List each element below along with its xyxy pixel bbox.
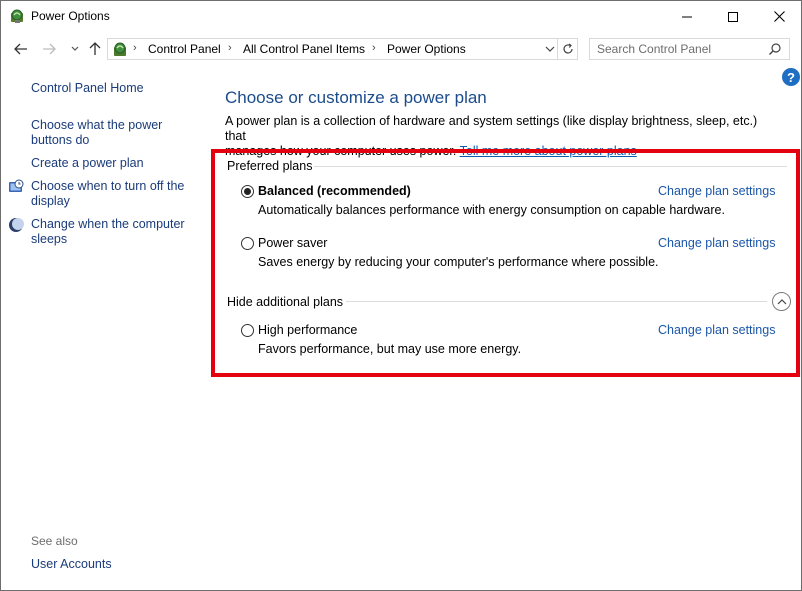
moon-icon (8, 217, 24, 233)
high-performance-radio[interactable] (241, 324, 254, 337)
search-icon[interactable] (768, 42, 784, 58)
title-bar: Power Options (1, 1, 801, 32)
control-panel-icon (111, 41, 129, 58)
preferred-plans-label: Preferred plans (227, 159, 313, 173)
breadcrumb-separator-icon[interactable]: › (133, 42, 137, 54)
navigation-bar: › Control Panel › All Control Panel Item… (1, 32, 801, 66)
hide-additional-plans-label[interactable]: Hide additional plans (227, 295, 343, 309)
plan-name-balanced[interactable]: Balanced (recommended) (258, 184, 411, 198)
breadcrumb-all-items[interactable]: All Control Panel Items (243, 42, 365, 56)
recent-locations-chevron-icon[interactable] (65, 39, 85, 59)
see-also-heading: See also (31, 534, 78, 548)
sidebar-item-label: sleeps (31, 232, 68, 246)
minimize-button[interactable] (664, 1, 710, 32)
help-icon[interactable]: ? (782, 68, 800, 86)
forward-button[interactable] (39, 39, 59, 59)
maximize-button[interactable] (710, 1, 756, 32)
display-clock-icon (8, 179, 24, 195)
sidebar-item-label: Create a power plan (31, 156, 144, 170)
search-input[interactable] (590, 39, 765, 59)
power-options-app-icon (9, 8, 26, 25)
address-bar[interactable]: › Control Panel › All Control Panel Item… (107, 38, 558, 60)
change-plan-settings-high-performance[interactable]: Change plan settings (658, 323, 775, 337)
plan-name-high-performance[interactable]: High performance (258, 323, 357, 337)
section-divider (346, 301, 767, 302)
breadcrumb-power-options[interactable]: Power Options (387, 42, 466, 56)
up-button[interactable] (85, 39, 105, 59)
breadcrumb-separator-icon[interactable]: › (372, 42, 376, 54)
sidebar-item-label: display (31, 194, 70, 208)
sidebar-item-label: buttons do (31, 133, 90, 147)
refresh-icon[interactable] (558, 38, 578, 60)
collapse-chevron-up-icon[interactable] (772, 292, 791, 311)
window-title: Power Options (31, 9, 110, 23)
user-accounts-link[interactable]: User Accounts (31, 557, 112, 571)
plan-desc-high-performance: Favors performance, but may use more ene… (258, 342, 522, 356)
power-saver-radio[interactable] (241, 237, 254, 250)
change-plan-settings-power-saver[interactable]: Change plan settings (658, 236, 775, 250)
sidebar-item-create-plan[interactable]: Create a power plan (31, 156, 144, 171)
sidebar-item-label: Choose when to turn off the (31, 179, 185, 193)
description-line: A power plan is a collection of hardware… (225, 114, 758, 143)
page-title: Choose or customize a power plan (225, 88, 487, 107)
plan-desc-power-saver: Saves energy by reducing your computer's… (258, 255, 659, 269)
close-button[interactable] (756, 1, 802, 32)
sidebar-item-power-buttons[interactable]: Choose what the power buttons do (31, 118, 162, 148)
sidebar-item-label: Change when the computer (31, 217, 185, 231)
sidebar-item-label: Choose what the power (31, 118, 163, 132)
sidebar-item-computer-sleeps[interactable]: Change when the computer sleeps (31, 217, 185, 247)
balanced-radio[interactable] (241, 185, 254, 198)
back-button[interactable] (11, 39, 31, 59)
section-divider (314, 166, 787, 167)
control-panel-home-link[interactable]: Control Panel Home (31, 81, 144, 96)
change-plan-settings-balanced[interactable]: Change plan settings (658, 184, 775, 198)
plan-desc-balanced: Automatically balances performance with … (258, 203, 725, 217)
sidebar-item-turn-off-display[interactable]: Choose when to turn off the display (31, 179, 184, 209)
plan-name-power-saver[interactable]: Power saver (258, 236, 327, 250)
breadcrumb-separator-icon[interactable]: › (228, 42, 232, 54)
address-dropdown-icon[interactable] (542, 41, 558, 57)
breadcrumb-control-panel[interactable]: Control Panel (148, 42, 221, 56)
search-box (589, 38, 790, 60)
power-options-window: Power Options › Control Panel › All Cont… (0, 0, 802, 591)
